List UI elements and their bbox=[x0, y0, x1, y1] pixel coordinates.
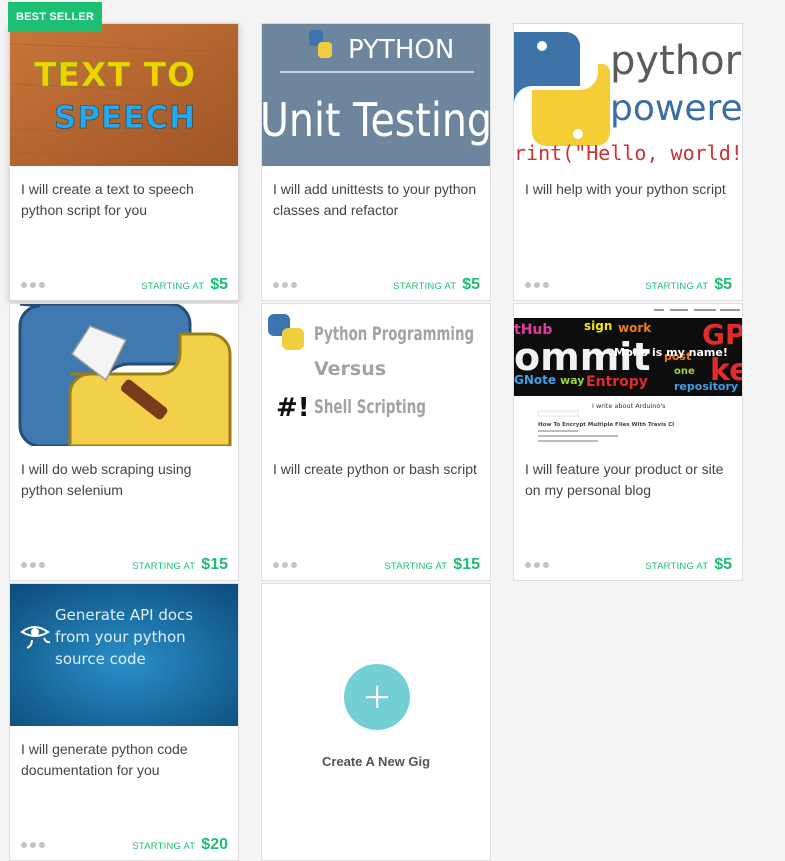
starting-at-label: STARTING AT bbox=[132, 841, 196, 852]
best-seller-badge: BEST SELLER bbox=[8, 2, 102, 32]
gig-card-unit-testing[interactable]: PYTHON Unit Testing I will add unittests… bbox=[261, 23, 491, 301]
gig-title[interactable]: I will help with your python script bbox=[525, 179, 730, 200]
shebang-icon: #! bbox=[276, 393, 310, 423]
svg-text:Entropy: Entropy bbox=[586, 374, 648, 390]
powered-word1: pythor bbox=[610, 38, 742, 84]
svg-text:one: one bbox=[674, 366, 695, 377]
gig-price: $20 bbox=[201, 836, 228, 853]
blog-owner-name: Mpho is my name! bbox=[614, 346, 728, 359]
more-options-icon[interactable] bbox=[273, 282, 297, 290]
gig-price: $15 bbox=[201, 556, 228, 573]
more-options-icon[interactable] bbox=[525, 282, 549, 290]
gig-thumbnail[interactable]: Python Programming Versus #! Shell Scrip… bbox=[262, 304, 490, 446]
more-options-icon[interactable] bbox=[21, 282, 45, 290]
price-block: STARTING AT $5 bbox=[141, 276, 228, 294]
shell-line3: Shell Scripting bbox=[314, 396, 426, 418]
powered-code: rint("Hello, world!" bbox=[514, 141, 743, 165]
gig-thumbnail[interactable]: Generate API docs from your python sourc… bbox=[10, 584, 238, 726]
gig-card-web-scraping[interactable]: I will do web scraping using python sele… bbox=[9, 303, 239, 581]
gig-price: $5 bbox=[714, 556, 732, 573]
svg-text:GNote: GNote bbox=[514, 373, 556, 387]
gig-price: $15 bbox=[453, 556, 480, 573]
price-block: STARTING AT $5 bbox=[393, 276, 480, 294]
tts-line1: TEXT TO bbox=[34, 55, 196, 94]
blog-headline: I write about Arduino's bbox=[592, 402, 666, 410]
starting-at-label: STARTING AT bbox=[132, 561, 196, 572]
svg-text:work: work bbox=[618, 321, 652, 335]
add-gig-button[interactable] bbox=[344, 664, 410, 730]
starting-at-label: STARTING AT bbox=[393, 281, 457, 292]
gig-card-python-bash[interactable]: Python Programming Versus #! Shell Scrip… bbox=[261, 303, 491, 581]
gig-thumbnail[interactable]: tHub sign work GP ommit ke GNote way Ent… bbox=[514, 304, 742, 446]
shell-line1: Python Programming bbox=[314, 323, 474, 345]
more-options-icon[interactable] bbox=[273, 562, 297, 570]
create-new-gig-label[interactable]: Create A New Gig bbox=[262, 754, 490, 769]
more-options-icon[interactable] bbox=[525, 562, 549, 570]
gig-title[interactable]: I will add unittests to your python clas… bbox=[273, 179, 478, 221]
svg-text:sign: sign bbox=[584, 319, 612, 333]
gig-thumbnail[interactable] bbox=[10, 304, 238, 446]
gig-price: $5 bbox=[210, 276, 228, 293]
gig-title[interactable]: I will create python or bash script bbox=[273, 459, 478, 480]
api-line1: Generate API docs bbox=[55, 606, 193, 624]
gig-title[interactable]: I will create a text to speech python sc… bbox=[21, 179, 226, 221]
price-block: STARTING AT $5 bbox=[645, 276, 732, 294]
price-block: STARTING AT $5 bbox=[645, 556, 732, 574]
create-new-gig-card[interactable]: Create A New Gig bbox=[261, 583, 491, 861]
gig-thumbnail[interactable]: PYTHON Unit Testing bbox=[262, 24, 491, 166]
blog-post-title: How To Encrypt Multiple Files With Travi… bbox=[538, 422, 674, 428]
gig-card-blog[interactable]: tHub sign work GP ommit ke GNote way Ent… bbox=[513, 303, 743, 581]
price-block: STARTING AT $15 bbox=[132, 556, 228, 574]
unit-small-text: PYTHON bbox=[348, 35, 454, 65]
svg-text:TEXT TO: TEXT TO bbox=[34, 55, 196, 94]
gig-card-python-script[interactable]: pythor powerec rint("Hello, world!" I wi… bbox=[513, 23, 743, 301]
gig-price: $5 bbox=[714, 276, 732, 293]
gig-title[interactable]: I will generate python code documentatio… bbox=[21, 739, 226, 781]
starting-at-label: STARTING AT bbox=[141, 281, 205, 292]
gig-price: $5 bbox=[462, 276, 480, 293]
gig-title[interactable]: I will do web scraping using python sele… bbox=[21, 459, 226, 501]
svg-text:repository: repository bbox=[674, 380, 738, 393]
api-line3: source code bbox=[55, 650, 146, 668]
starting-at-label: STARTING AT bbox=[384, 561, 448, 572]
unit-big-text: Unit Testing bbox=[262, 93, 491, 147]
powered-word2: powerec bbox=[610, 88, 743, 129]
tts-line2: SPEECH bbox=[54, 100, 196, 136]
gig-thumbnail[interactable]: pythor powerec rint("Hello, world!" bbox=[514, 24, 743, 166]
price-block: STARTING AT $20 bbox=[132, 836, 228, 854]
gig-title[interactable]: I will feature your product or site on m… bbox=[525, 459, 730, 501]
shell-line2: Versus bbox=[314, 358, 386, 380]
price-block: STARTING AT $15 bbox=[384, 556, 480, 574]
svg-text:way: way bbox=[560, 374, 584, 387]
gig-card-text-to-speech[interactable]: TEXT TO SPEECH I will create a text to s… bbox=[9, 23, 239, 301]
starting-at-label: STARTING AT bbox=[645, 281, 709, 292]
more-options-icon[interactable] bbox=[21, 842, 45, 850]
more-options-icon[interactable] bbox=[21, 562, 45, 570]
gig-card-api-docs[interactable]: Generate API docs from your python sourc… bbox=[9, 583, 239, 861]
svg-text:SPEECH: SPEECH bbox=[54, 100, 196, 136]
gig-thumbnail[interactable]: TEXT TO SPEECH bbox=[10, 24, 238, 166]
plus-icon bbox=[366, 686, 388, 708]
starting-at-label: STARTING AT bbox=[645, 561, 709, 572]
api-line2: from your python bbox=[55, 628, 186, 646]
